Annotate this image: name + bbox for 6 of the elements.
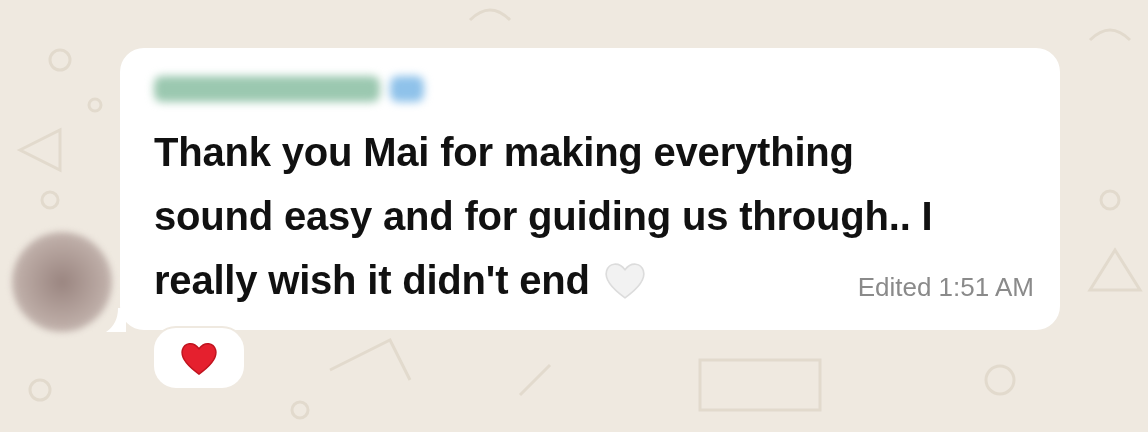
reaction-badge[interactable]	[152, 326, 246, 390]
message-text-line: really wish it didn't end	[154, 257, 590, 304]
message-text-line: Thank you Mai for making everything	[154, 129, 854, 176]
heart-icon	[179, 340, 219, 376]
message-text-line: sound easy and for guiding us through.. I	[154, 193, 933, 240]
message-timestamp: Edited 1:51 AM	[857, 271, 1034, 303]
